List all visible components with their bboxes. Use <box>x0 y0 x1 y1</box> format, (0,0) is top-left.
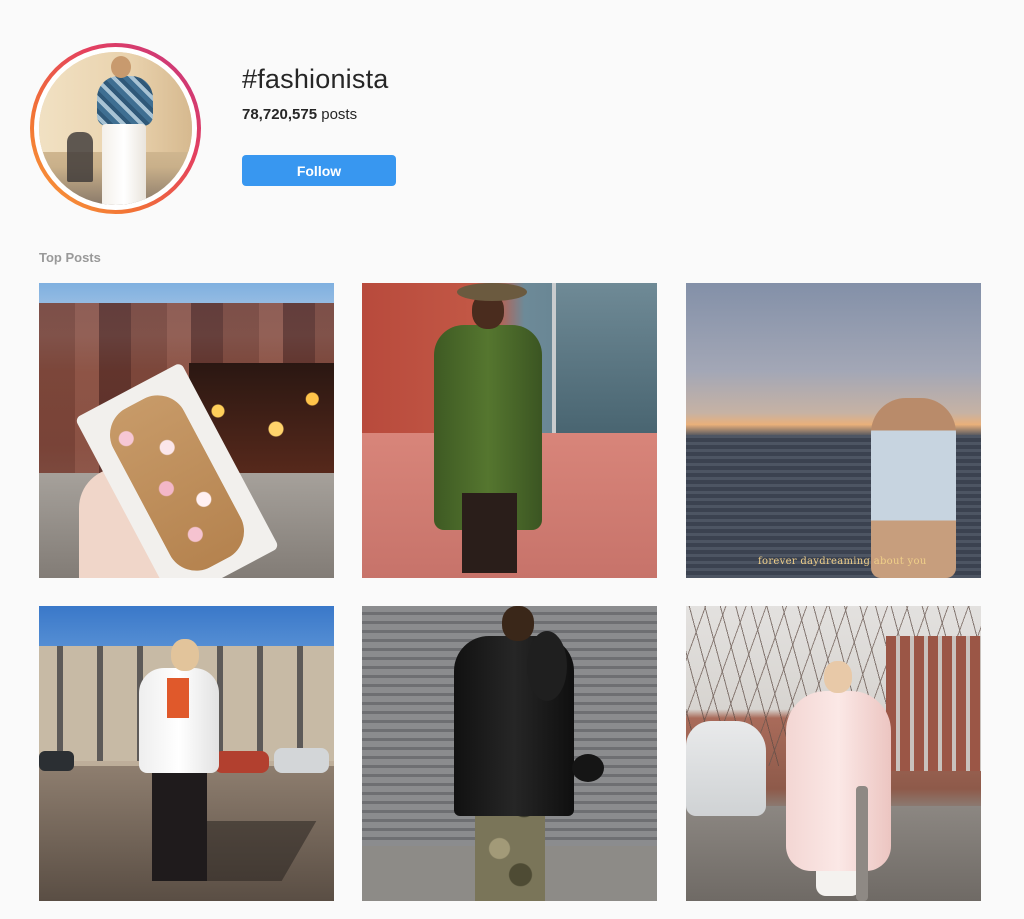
hashtag-title: #fashionista <box>242 64 389 94</box>
post-count-suffix: posts <box>321 106 358 123</box>
post-tile-camo-pants[interactable] <box>362 606 657 901</box>
top-posts-grid: forever daydreaming about you <box>39 283 981 901</box>
hashtag-header: #fashionista 78,720,575 posts Follow <box>0 0 1024 230</box>
post-tile-street-treat[interactable] <box>39 283 334 578</box>
post-tile-green-coat[interactable] <box>362 283 657 578</box>
post-tile-white-blazer[interactable] <box>39 606 334 901</box>
post-caption-overlay: forever daydreaming about you <box>758 556 927 567</box>
post-count-number: 78,720,575 <box>242 106 318 123</box>
post-count: 78,720,575 posts <box>242 106 357 123</box>
follow-button[interactable]: Follow <box>242 155 396 186</box>
avatar-photo <box>39 52 192 205</box>
hashtag-avatar[interactable] <box>30 43 201 214</box>
top-posts-label: Top Posts <box>39 250 101 265</box>
post-tile-pink-fur-coat[interactable] <box>686 606 981 901</box>
post-tile-sunset-sea[interactable]: forever daydreaming about you <box>686 283 981 578</box>
